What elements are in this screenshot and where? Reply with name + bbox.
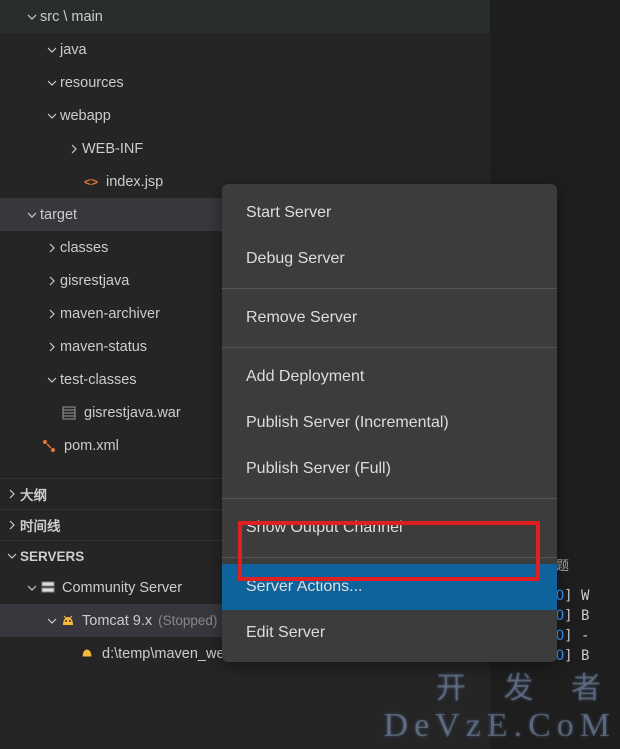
menu-edit-server[interactable]: Edit Server (222, 610, 557, 656)
spacer (66, 174, 82, 190)
menu-separator (222, 347, 557, 348)
server-label: Community Server (62, 580, 182, 596)
xml-file-icon (40, 437, 58, 455)
menu-show-output[interactable]: Show Output Channel (222, 505, 557, 551)
folder-label: src \ main (40, 9, 103, 25)
menu-separator (222, 288, 557, 289)
folder-label: WEB-INF (82, 141, 143, 157)
folder-resources[interactable]: resources (0, 66, 490, 99)
chevron-down-icon (24, 207, 40, 223)
folder-label: gisrestjava (60, 273, 129, 289)
folder-label: java (60, 42, 87, 58)
context-menu: Start Server Debug Server Remove Server … (222, 184, 557, 662)
menu-separator (222, 557, 557, 558)
section-label: SERVERS (20, 549, 84, 564)
folder-webinf[interactable]: WEB-INF (0, 132, 490, 165)
menu-publish-incremental[interactable]: Publish Server (Incremental) (222, 400, 557, 446)
chevron-down-icon (44, 613, 60, 629)
chevron-down-icon (44, 108, 60, 124)
folder-label: classes (60, 240, 108, 256)
file-label: index.jsp (106, 174, 163, 190)
folder-label: target (40, 207, 77, 223)
folder-java[interactable]: java (0, 33, 490, 66)
archive-file-icon (60, 404, 78, 422)
chevron-down-icon (4, 548, 20, 564)
file-label: gisrestjava.war (84, 405, 181, 421)
folder-webapp[interactable]: webapp (0, 99, 490, 132)
menu-start-server[interactable]: Start Server (222, 190, 557, 236)
section-label: 时间线 (20, 515, 61, 535)
folder-label: webapp (60, 108, 111, 124)
chevron-down-icon (44, 75, 60, 91)
folder-label: maven-status (60, 339, 147, 355)
spacer (44, 405, 60, 421)
server-connector-icon (40, 580, 56, 596)
chevron-right-icon (4, 517, 20, 533)
menu-publish-full[interactable]: Publish Server (Full) (222, 446, 557, 492)
folder-label: maven-archiver (60, 306, 160, 322)
menu-add-deployment[interactable]: Add Deployment (222, 354, 557, 400)
file-label: pom.xml (64, 438, 119, 454)
menu-separator (222, 498, 557, 499)
code-file-icon: <> (82, 173, 100, 191)
folder-src-main[interactable]: src \ main (0, 0, 490, 33)
menu-remove-server[interactable]: Remove Server (222, 295, 557, 341)
chevron-right-icon (66, 141, 82, 157)
chevron-right-icon (44, 240, 60, 256)
chevron-down-icon (24, 9, 40, 25)
chevron-down-icon (24, 580, 40, 596)
chevron-down-icon (44, 372, 60, 388)
chevron-right-icon (4, 486, 20, 502)
tomcat-icon (80, 646, 96, 662)
section-label: 大纲 (20, 484, 47, 504)
menu-server-actions[interactable]: Server Actions... (222, 564, 557, 610)
folder-label: test-classes (60, 372, 137, 388)
tomcat-icon (60, 613, 76, 629)
chevron-right-icon (44, 273, 60, 289)
menu-debug-server[interactable]: Debug Server (222, 236, 557, 282)
folder-label: resources (60, 75, 124, 91)
chevron-right-icon (44, 339, 60, 355)
spacer (24, 438, 40, 454)
chevron-down-icon (44, 42, 60, 58)
server-label: Tomcat 9.x (82, 613, 152, 629)
chevron-right-icon (44, 306, 60, 322)
